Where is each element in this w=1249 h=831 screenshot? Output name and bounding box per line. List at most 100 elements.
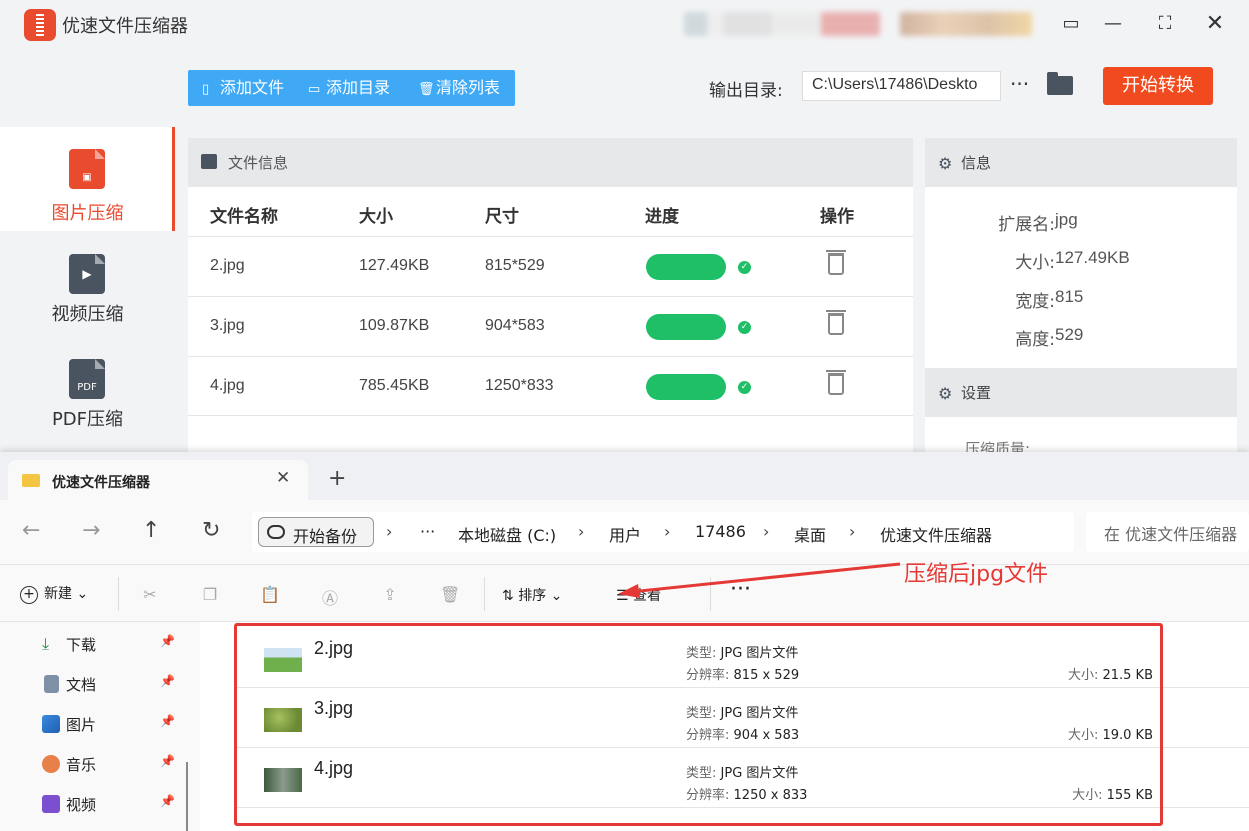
- gear-icon: ⚙: [938, 384, 953, 403]
- file-dims: 1250*833: [485, 377, 554, 394]
- sidebar-item-image-compress[interactable]: ▣ 图片压缩: [0, 127, 175, 231]
- sidebar-item-label: 视频压缩: [51, 304, 124, 325]
- table-row[interactable]: 4.jpg 785.45KB 1250*833 ✓: [188, 356, 913, 416]
- share-icon[interactable]: ⇪: [380, 585, 400, 605]
- file-info-panel: 文件信息 文件名称 大小 尺寸 进度 操作 2.jpg 127.49KB 815…: [188, 138, 913, 452]
- maximize-icon[interactable]: ⛶: [1152, 12, 1178, 36]
- progress-bar: [646, 254, 726, 280]
- panel-title: 文件信息: [228, 154, 289, 172]
- scrollbar[interactable]: [186, 762, 188, 831]
- clear-list-button[interactable]: 🗑清除列表: [418, 70, 500, 106]
- info-panel: ⚙ 信息 扩展名: jpg 大小: 127.49KB 宽度: 815 高度: 529 ⚙…: [925, 138, 1237, 452]
- rename-icon[interactable]: Ⓐ: [320, 585, 340, 608]
- annotation-label: 压缩后jpg文件: [904, 562, 1049, 587]
- check-icon: ✓: [738, 381, 751, 394]
- column-header: 尺寸: [485, 207, 519, 227]
- breadcrumb-item[interactable]: 17486: [695, 522, 746, 541]
- folder-icon[interactable]: [1047, 72, 1073, 95]
- more-icon[interactable]: ···: [420, 522, 435, 541]
- minimize-icon[interactable]: —: [1100, 12, 1126, 36]
- table-row[interactable]: 2.jpg 127.49KB 815*529 ✓: [188, 236, 913, 296]
- forward-icon[interactable]: →: [82, 518, 100, 543]
- title-bar: 优速文件压缩器 ▭ — ⛶ ✕: [0, 0, 1249, 52]
- file-type: 类型: JPG 图片文件: [686, 706, 799, 721]
- cloud-icon: [267, 525, 285, 539]
- quality-label: 压缩质量:: [965, 440, 1031, 452]
- breadcrumb-item[interactable]: 本地磁盘 (C:): [458, 522, 556, 546]
- list-item[interactable]: 2.jpg 类型: JPG 图片文件 分辨率: 815 x 529 大小: 21…: [236, 628, 1249, 688]
- file-type: 类型: JPG 图片文件: [686, 766, 799, 781]
- breadcrumb-item[interactable]: 用户: [609, 522, 641, 546]
- file-icon: ▯: [202, 82, 210, 97]
- cut-icon[interactable]: ✂: [140, 585, 160, 605]
- backup-button[interactable]: 开始备份: [258, 517, 374, 547]
- file-dims: 904*583: [485, 317, 545, 334]
- pin-icon: 📌: [160, 714, 175, 728]
- sidebar-item-label: PDF压缩: [51, 409, 124, 430]
- music-icon: [42, 755, 60, 773]
- chevron-right-icon: ›: [664, 522, 671, 541]
- output-dir-label: 输出目录:: [709, 81, 783, 101]
- file-name: 2.jpg: [210, 257, 245, 274]
- file-resolution: 分辨率: 815 x 529: [686, 668, 800, 683]
- pin-icon: 📌: [160, 794, 175, 808]
- add-folder-button[interactable]: ▭ 添加目录: [308, 70, 390, 106]
- nav-item-downloads[interactable]: ⤓ 下载 📌: [40, 632, 180, 656]
- panel-header: ⚙ 设置: [925, 368, 1237, 417]
- back-icon[interactable]: ←: [22, 518, 40, 543]
- more-icon[interactable]: ···: [1010, 72, 1029, 96]
- list-item[interactable]: 4.jpg 类型: JPG 图片文件 分辨率: 1250 x 833 大小: 1…: [236, 748, 1249, 808]
- up-icon[interactable]: ↑: [142, 518, 160, 543]
- tab-bar: 优速文件压缩器 ✕ +: [0, 452, 1249, 500]
- close-icon[interactable]: ✕: [276, 468, 290, 488]
- refresh-icon[interactable]: ↻: [202, 518, 220, 543]
- delete-icon[interactable]: [826, 310, 846, 335]
- output-dir-field[interactable]: C:\Users\17486\Deskto: [802, 71, 1001, 101]
- image-icon: [201, 154, 217, 169]
- blurred-region: [684, 12, 880, 36]
- chevron-right-icon: ›: [849, 522, 856, 541]
- address-bar[interactable]: 开始备份 › ··· 本地磁盘 (C:) › 用户 › 17486 › 桌面 ›…: [252, 512, 1074, 552]
- nav-item-music[interactable]: 音乐 📌: [40, 752, 180, 776]
- image-thumbnail: [264, 648, 302, 672]
- file-name: 2.jpg: [314, 638, 354, 658]
- video-file-icon: ▶: [69, 254, 105, 294]
- table-row[interactable]: 3.jpg 109.87KB 904*583 ✓: [188, 296, 913, 356]
- list-item[interactable]: 3.jpg 类型: JPG 图片文件 分辨率: 904 x 583 大小: 19…: [236, 688, 1249, 748]
- file-size: 109.87KB: [359, 317, 430, 334]
- explorer-tab[interactable]: 优速文件压缩器 ✕: [8, 460, 308, 500]
- file-size: 大小: 21.5 KB: [1067, 668, 1153, 683]
- delete-icon[interactable]: [826, 250, 846, 275]
- sort-button[interactable]: ⇅ 排序 ⌄: [502, 585, 562, 605]
- app-logo-icon: [24, 9, 56, 41]
- nav-item-label: 视频: [66, 796, 97, 814]
- nav-item-documents[interactable]: 文档 📌: [40, 672, 180, 696]
- new-tab-icon[interactable]: +: [328, 468, 346, 490]
- folder-icon: [22, 474, 40, 487]
- divider: [118, 577, 119, 611]
- breadcrumb-item[interactable]: 桌面: [794, 522, 826, 546]
- breadcrumb-item[interactable]: 优速文件压缩器: [880, 522, 992, 546]
- divider: [484, 577, 485, 611]
- search-input[interactable]: 在 优速文件压缩器: [1086, 512, 1249, 552]
- file-name: 4.jpg: [314, 758, 354, 778]
- image-file-icon: ▣: [69, 149, 105, 189]
- panel-title: 信息: [961, 154, 992, 172]
- restore-icon[interactable]: ▭: [1058, 12, 1084, 36]
- sidebar-item-video-compress[interactable]: ▶ 视频压缩: [0, 240, 175, 344]
- delete-icon[interactable]: 🗑: [440, 585, 460, 605]
- paste-icon[interactable]: 📋: [260, 585, 280, 605]
- check-icon: ✓: [738, 321, 751, 334]
- delete-icon[interactable]: [826, 370, 846, 395]
- new-button[interactable]: + 新建 ⌄: [20, 583, 88, 604]
- file-name: 3.jpg: [210, 317, 245, 334]
- close-icon[interactable]: ✕: [1202, 12, 1228, 36]
- add-file-button[interactable]: ▯ 添加文件: [202, 70, 284, 106]
- nav-item-videos[interactable]: 视频 📌: [40, 792, 180, 816]
- pin-icon: 📌: [160, 674, 175, 688]
- nav-item-pictures[interactable]: 图片 📌: [40, 712, 180, 736]
- start-convert-button[interactable]: 开始转换: [1103, 67, 1213, 105]
- sidebar-item-pdf-compress[interactable]: PDF PDF压缩: [0, 345, 175, 449]
- copy-icon[interactable]: ❐: [200, 585, 220, 605]
- panel-header: 文件信息: [188, 138, 913, 187]
